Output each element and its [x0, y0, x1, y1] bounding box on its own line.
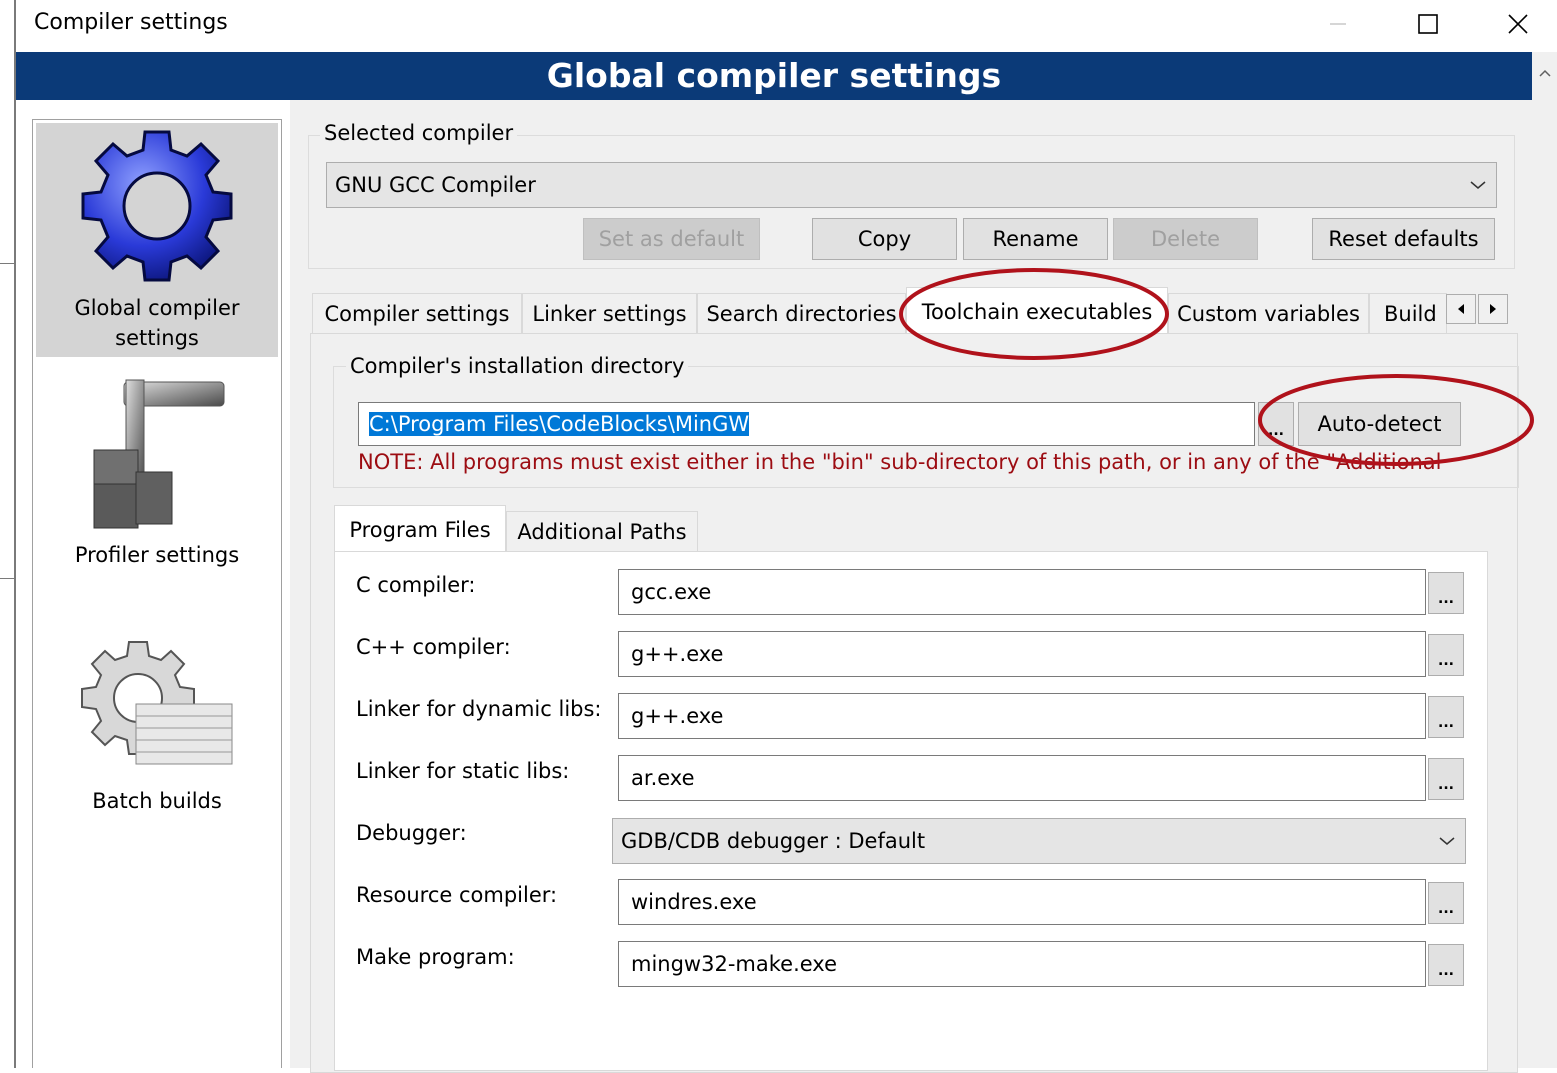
maximize-button[interactable] — [1404, 4, 1452, 44]
sidebar-item-label: Profiler settings — [74, 543, 240, 567]
browse-resource-compiler-button[interactable]: ... — [1428, 882, 1464, 924]
cpp-compiler-input[interactable]: g++.exe — [618, 631, 1426, 677]
program-files-panel — [334, 551, 1488, 1071]
group-label: Compiler's installation directory — [346, 354, 689, 378]
tab-scroll-right-button[interactable] — [1478, 294, 1508, 324]
browse-dynamic-linker-button[interactable]: ... — [1428, 696, 1464, 738]
chevron-up-icon — [1538, 69, 1551, 77]
rename-button[interactable]: Rename — [963, 218, 1108, 260]
background-line — [0, 263, 14, 264]
c-compiler-input[interactable]: gcc.exe — [618, 569, 1426, 615]
browse-make-program-button[interactable]: ... — [1428, 944, 1464, 986]
sidebar-item-label: Batch builds — [92, 789, 222, 813]
close-icon — [1508, 14, 1528, 34]
sidebar-item-batch-builds[interactable]: Batch builds — [36, 640, 278, 820]
minimize-button[interactable] — [1314, 4, 1362, 44]
tab-compiler-settings[interactable]: Compiler settings — [312, 293, 522, 333]
vertical-scrollbar[interactable] — [1532, 52, 1557, 1068]
install-dir-note: NOTE: All programs must exist either in … — [358, 450, 1442, 474]
sidebar-item-global-compiler-settings[interactable]: Global compiler settings — [36, 123, 278, 357]
tab-toolchain-executables[interactable]: Toolchain executables — [906, 287, 1168, 335]
resource-compiler-input[interactable]: windres.exe — [618, 879, 1426, 925]
resource-compiler-label: Resource compiler: — [356, 883, 558, 907]
browse-c-compiler-button[interactable]: ... — [1428, 572, 1464, 614]
install-dir-input[interactable]: C:\Program Files\CodeBlocks\MinGW — [358, 402, 1255, 446]
copy-button[interactable]: Copy — [812, 218, 957, 260]
tab-additional-paths[interactable]: Additional Paths — [506, 511, 698, 551]
tab-custom-variables[interactable]: Custom variables — [1168, 293, 1369, 333]
sidebar-item-profiler-settings[interactable]: Profiler settings — [36, 370, 278, 580]
make-program-label: Make program: — [356, 945, 515, 969]
batch-gear-icon — [81, 641, 233, 765]
tab-build[interactable]: Build — [1369, 293, 1447, 333]
chevron-down-icon — [1429, 819, 1465, 863]
dynamic-linker-input[interactable]: g++.exe — [618, 693, 1426, 739]
set-as-default-button[interactable]: Set as default — [583, 218, 760, 260]
triangle-left-icon — [1458, 304, 1464, 314]
maximize-icon — [1418, 14, 1438, 34]
tab-program-files[interactable]: Program Files — [334, 505, 506, 553]
caliper-icon — [93, 379, 225, 529]
window-left-edge — [14, 0, 16, 1068]
debugger-label: Debugger: — [356, 821, 467, 845]
window-title: Compiler settings — [34, 10, 228, 35]
compiler-select-value: GNU GCC Compiler — [335, 173, 536, 197]
background-line — [0, 578, 14, 579]
gear-icon — [81, 130, 233, 282]
cpp-compiler-label: C++ compiler: — [356, 635, 511, 659]
make-program-input[interactable]: mingw32-make.exe — [618, 941, 1426, 987]
dynamic-linker-label: Linker for dynamic libs: — [356, 697, 602, 721]
tab-scroll-left-button[interactable] — [1446, 294, 1476, 324]
page-title: Global compiler settings — [16, 52, 1532, 100]
static-linker-input[interactable]: ar.exe — [618, 755, 1426, 801]
debugger-select-value: GDB/CDB debugger : Default — [621, 829, 926, 853]
browse-cpp-compiler-button[interactable]: ... — [1428, 634, 1464, 676]
triangle-right-icon — [1490, 304, 1496, 314]
close-button[interactable] — [1494, 4, 1542, 44]
delete-button[interactable]: Delete — [1113, 218, 1258, 260]
c-compiler-label: C compiler: — [356, 573, 476, 597]
tab-linker-settings[interactable]: Linker settings — [522, 293, 697, 333]
tab-search-directories[interactable]: Search directories — [697, 293, 906, 333]
group-label: Selected compiler — [320, 121, 518, 145]
reset-defaults-button[interactable]: Reset defaults — [1312, 218, 1495, 260]
minimize-icon — [1330, 23, 1346, 25]
auto-detect-button[interactable]: Auto-detect — [1298, 402, 1461, 446]
scroll-up-button[interactable] — [1532, 60, 1557, 86]
sidebar-item-label: Global compiler — [74, 296, 240, 320]
browse-install-dir-button[interactable]: ... — [1258, 402, 1294, 446]
sidebar-item-label: settings — [115, 326, 199, 350]
static-linker-label: Linker for static libs: — [356, 759, 570, 783]
compiler-select[interactable]: GNU GCC Compiler — [326, 162, 1497, 208]
chevron-down-icon — [1460, 163, 1496, 207]
install-dir-value: C:\Program Files\CodeBlocks\MinGW — [369, 412, 750, 436]
debugger-select[interactable]: GDB/CDB debugger : Default — [612, 818, 1466, 864]
browse-static-linker-button[interactable]: ... — [1428, 758, 1464, 800]
